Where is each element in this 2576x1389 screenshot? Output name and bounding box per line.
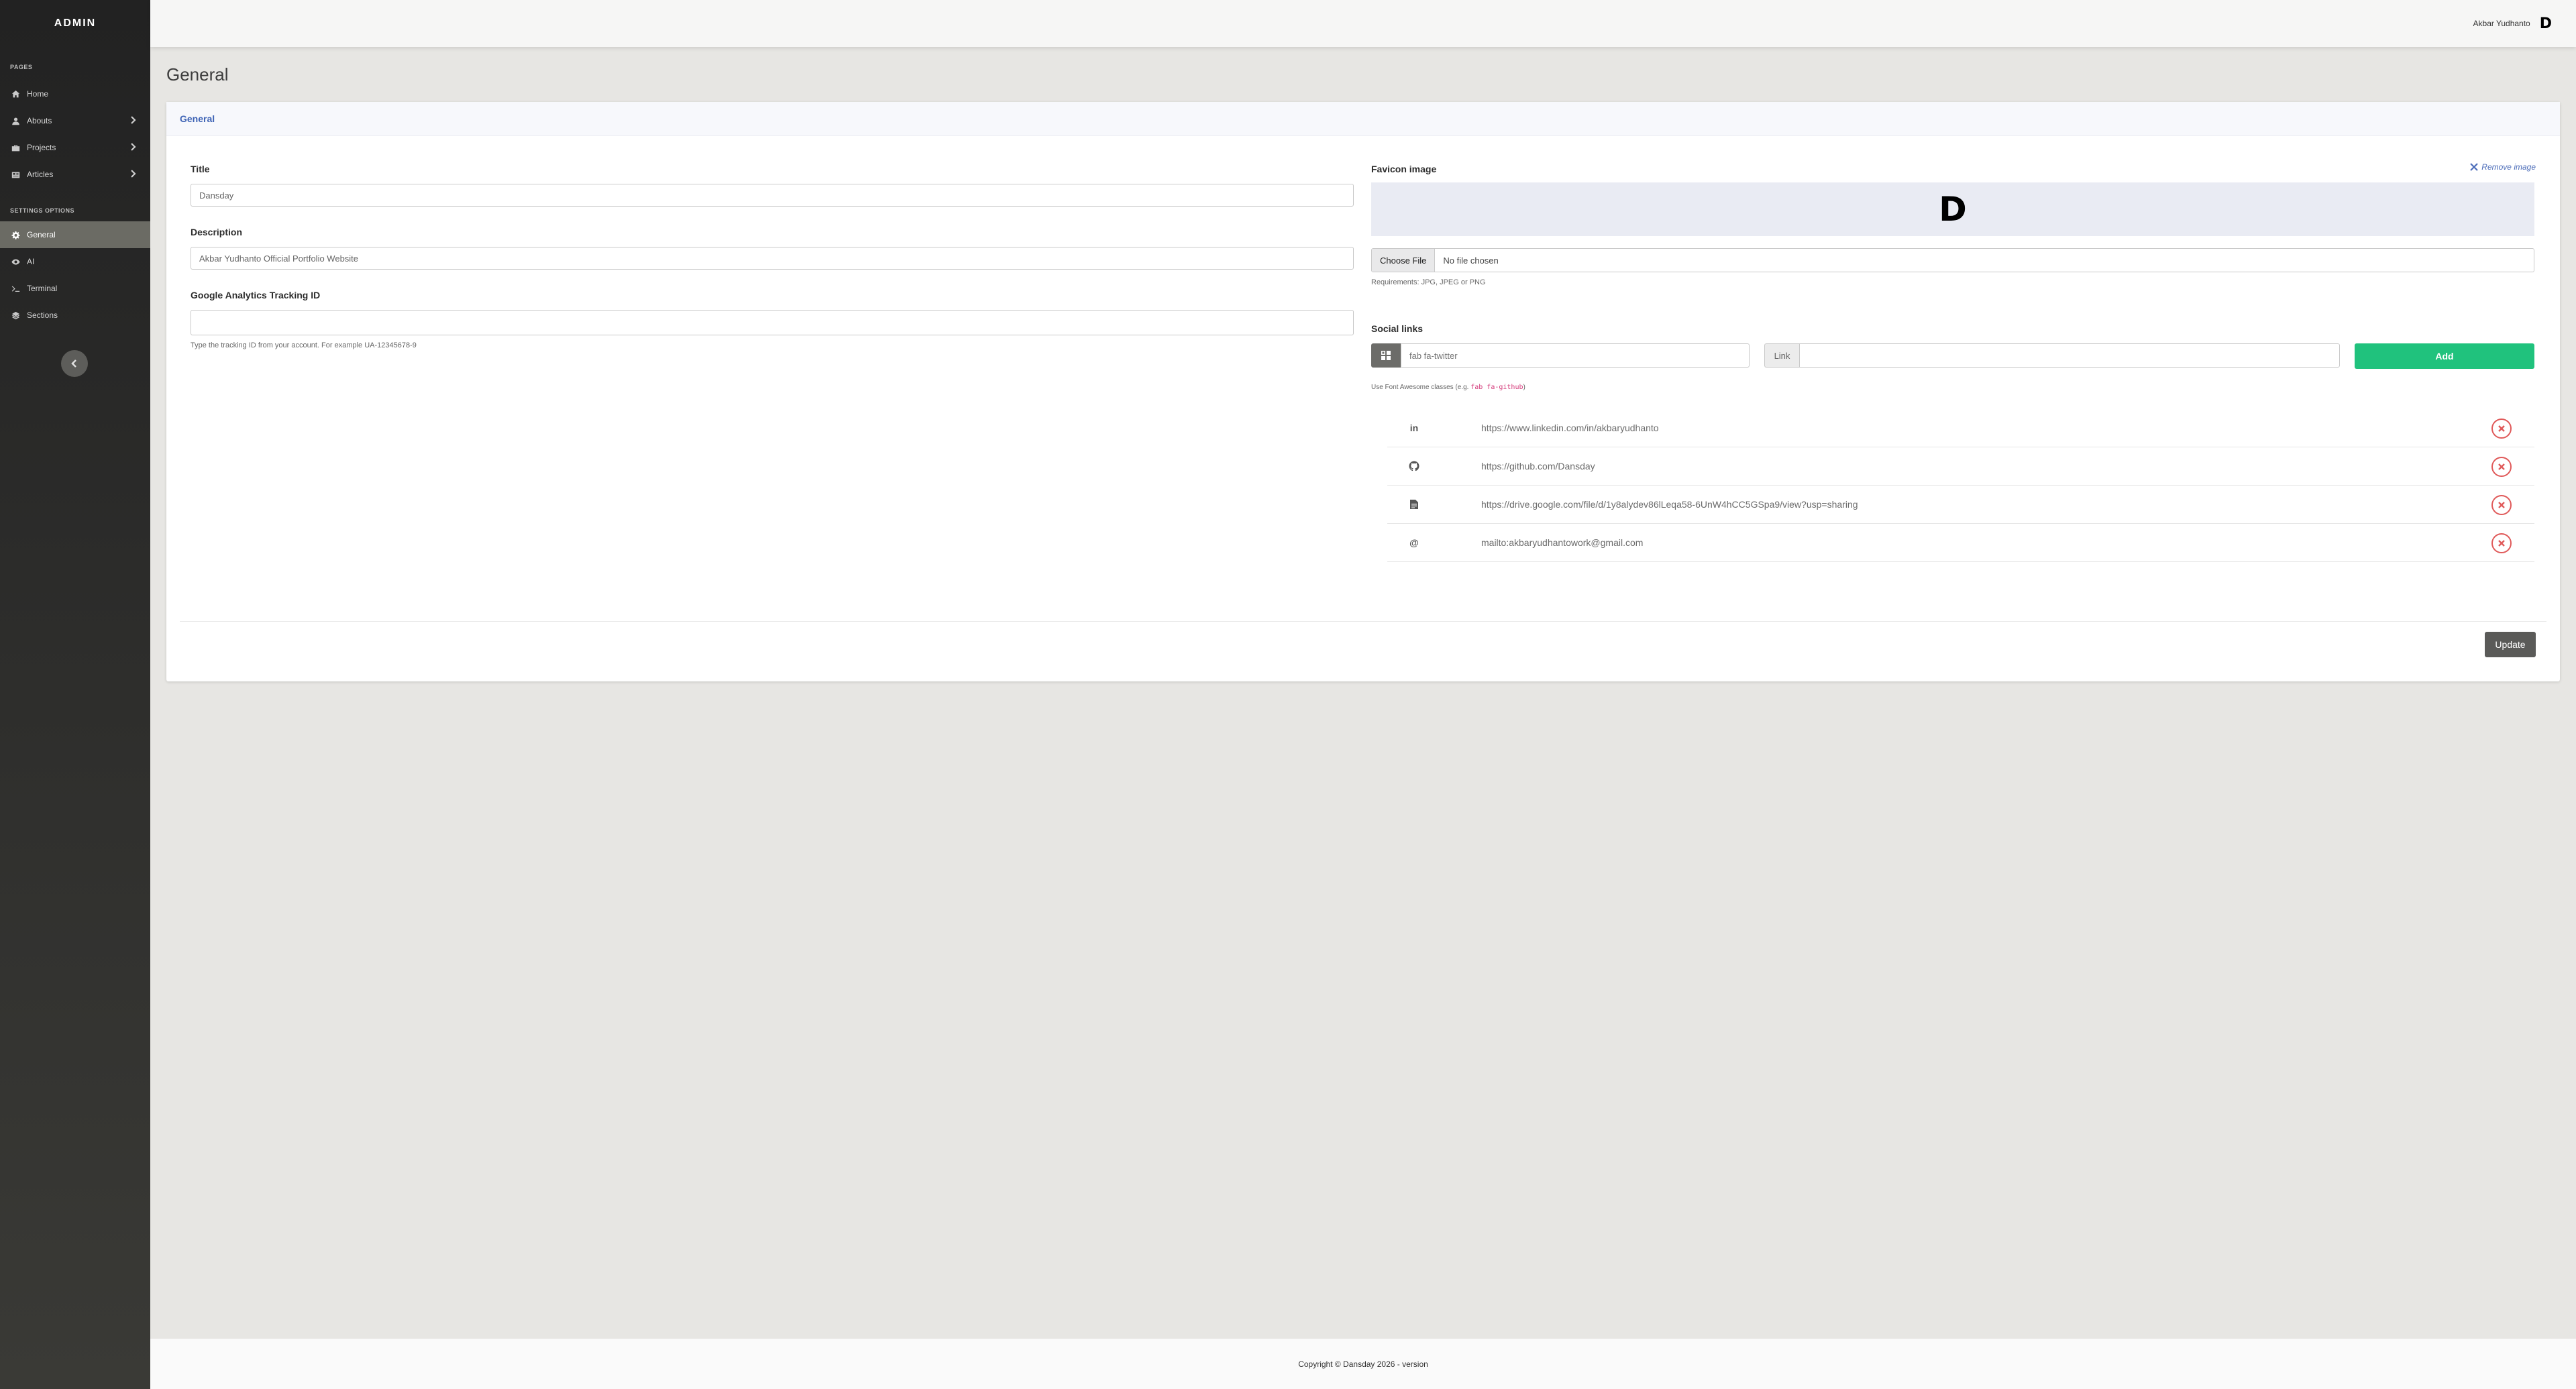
terminal-icon xyxy=(11,284,20,293)
brand-logo[interactable]: ADMIN xyxy=(0,0,150,47)
file-status: No file chosen xyxy=(1443,255,1499,266)
home-icon xyxy=(11,89,20,99)
github-icon xyxy=(1407,461,1421,471)
close-icon xyxy=(2498,502,2505,508)
remove-image-label: Remove image xyxy=(2481,162,2536,172)
favicon-file-input[interactable]: Choose File No file chosen xyxy=(1371,248,2534,272)
sidebar-item-sections[interactable]: Sections xyxy=(0,302,150,329)
briefcase-icon xyxy=(11,143,20,152)
delete-social-link-button[interactable] xyxy=(2491,457,2512,477)
card-header-tab-general[interactable]: General xyxy=(166,102,2560,136)
sidebar-item-label: General xyxy=(27,230,56,239)
general-settings-card: General Title Dansday Description Akbar … xyxy=(166,102,2560,681)
sidebar-item-ai[interactable]: AI xyxy=(0,248,150,275)
social-link-row-document: https://drive.google.com/file/d/1y8alyde… xyxy=(1387,486,2534,524)
social-link-url: mailto:akbaryudhantowork@gmail.com xyxy=(1481,537,1644,548)
sidebar-item-abouts[interactable]: Abouts xyxy=(0,107,150,134)
chevron-right-icon xyxy=(129,143,138,152)
sidebar-item-articles[interactable]: Articles xyxy=(0,161,150,188)
footer: Copyright © Dansday 2026 - version xyxy=(150,1339,2576,1389)
newspaper-icon xyxy=(11,170,20,179)
fa-help-suffix: ) xyxy=(1523,384,1525,391)
layers-icon xyxy=(11,311,20,320)
favicon-requirements: Requirements: JPG, JPEG or PNG xyxy=(1371,278,1486,286)
sidebar-item-home[interactable]: Home xyxy=(0,80,150,107)
chevron-right-icon xyxy=(129,170,138,179)
title-label: Title xyxy=(191,164,210,174)
favicon-preview: D xyxy=(1371,182,2534,236)
fa-help-prefix: Use Font Awesome classes (e.g. xyxy=(1371,384,1469,391)
choose-file-button[interactable]: Choose File xyxy=(1372,249,1436,272)
social-link-url: https://www.linkedin.com/in/akbaryudhant… xyxy=(1481,423,1659,433)
title-input[interactable]: Dansday xyxy=(191,184,1354,207)
chevron-right-icon xyxy=(129,116,138,125)
copyright-text: Copyright © Dansday 2026 - version xyxy=(1298,1359,1428,1369)
topbar: Akbar Yudhanto D xyxy=(150,0,2576,47)
close-icon xyxy=(2498,463,2505,470)
ga-tracking-label: Google Analytics Tracking ID xyxy=(191,290,321,300)
social-link-row-github: https://github.com/Dansday xyxy=(1387,447,2534,486)
sidebar-item-label: AI xyxy=(27,257,35,266)
ga-tracking-help: Type the tracking ID from your account. … xyxy=(191,341,417,349)
pages-heading: PAGES xyxy=(10,64,33,70)
user-name[interactable]: Akbar Yudhanto xyxy=(2473,19,2530,28)
social-link-url: https://drive.google.com/file/d/1y8alyde… xyxy=(1481,499,1858,510)
card-footer-divider xyxy=(180,621,2546,622)
sidebar-item-label: Abouts xyxy=(27,116,52,125)
close-icon xyxy=(2498,425,2505,432)
delete-social-link-button[interactable] xyxy=(2491,419,2512,439)
delete-social-link-button[interactable] xyxy=(2491,533,2512,553)
icon-picker-button[interactable] xyxy=(1371,343,1401,368)
remove-image-link[interactable]: Remove image xyxy=(2470,162,2536,172)
sidebar-item-terminal[interactable]: Terminal xyxy=(0,275,150,302)
avatar[interactable]: D xyxy=(2540,15,2552,32)
icons-icon xyxy=(1381,351,1391,360)
social-links-label: Social links xyxy=(1371,323,1424,334)
add-social-link-button[interactable]: Add xyxy=(2355,343,2534,369)
favicon-label: Favicon image xyxy=(1371,164,1437,174)
link-addon: Link xyxy=(1764,343,1799,368)
description-label: Description xyxy=(191,227,243,237)
sidebar: ADMIN PAGES Home Abouts Projects Article… xyxy=(0,0,150,1389)
close-icon xyxy=(2470,163,2479,171)
update-button[interactable]: Update xyxy=(2485,632,2536,657)
social-icon-input[interactable]: fab fa-twitter xyxy=(1401,343,1750,368)
sidebar-collapse-button[interactable] xyxy=(61,350,88,377)
sidebar-item-general[interactable]: General xyxy=(0,221,150,248)
linkedin-icon: in xyxy=(1409,423,1419,433)
font-awesome-help: Use Font Awesome classes (e.g. fab fa-gi… xyxy=(1371,384,1525,391)
social-link-row-email: @ mailto:akbaryudhantowork@gmail.com xyxy=(1387,524,2534,562)
eye-icon xyxy=(11,257,20,266)
settings-heading: SETTINGS OPTIONS xyxy=(10,207,75,214)
social-link-input[interactable] xyxy=(1799,343,2340,368)
social-link-url: https://github.com/Dansday xyxy=(1481,461,1595,471)
user-icon xyxy=(11,116,20,125)
delete-social-link-button[interactable] xyxy=(2491,495,2512,515)
social-link-row-linkedin: in https://www.linkedin.com/in/akbaryudh… xyxy=(1387,409,2534,447)
description-input[interactable]: Akbar Yudhanto Official Portfolio Websit… xyxy=(191,247,1354,270)
sidebar-item-projects[interactable]: Projects xyxy=(0,134,150,161)
fa-help-code: fab fa-github xyxy=(1470,384,1523,391)
sidebar-item-label: Terminal xyxy=(27,284,58,293)
close-icon xyxy=(2498,540,2505,547)
chevron-left-icon xyxy=(71,359,76,368)
page-title: General xyxy=(166,64,229,85)
favicon-image: D xyxy=(1939,190,1967,229)
sidebar-item-label: Home xyxy=(27,89,49,99)
gear-icon xyxy=(11,230,20,239)
at-icon: @ xyxy=(1409,537,1419,548)
sidebar-item-label: Articles xyxy=(27,170,54,179)
sidebar-item-label: Sections xyxy=(27,311,58,320)
sidebar-item-label: Projects xyxy=(27,143,56,152)
ga-tracking-input[interactable] xyxy=(191,310,1354,335)
document-icon xyxy=(1407,499,1421,510)
